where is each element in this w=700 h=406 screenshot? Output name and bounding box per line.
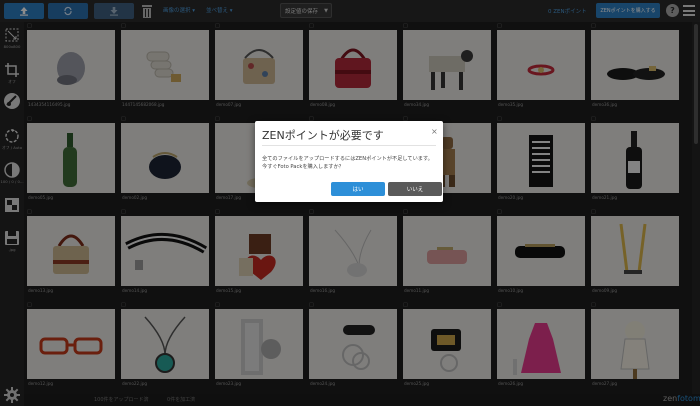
dialog-message: 全てのファイルをアップロードするにはZENポイントが不足しています。 今すぐFo…	[262, 156, 433, 170]
no-button[interactable]: いいえ	[388, 182, 442, 196]
yes-button[interactable]: はい	[331, 182, 385, 196]
dialog-title: ZENポイントが必要です	[262, 129, 384, 142]
zen-points-dialog: ZENポイントが必要です × 全てのファイルをアップロードするにはZENポイント…	[255, 121, 443, 202]
close-icon[interactable]: ×	[431, 127, 438, 136]
dialog-divider	[262, 145, 436, 146]
modal-overlay[interactable]	[0, 0, 700, 406]
